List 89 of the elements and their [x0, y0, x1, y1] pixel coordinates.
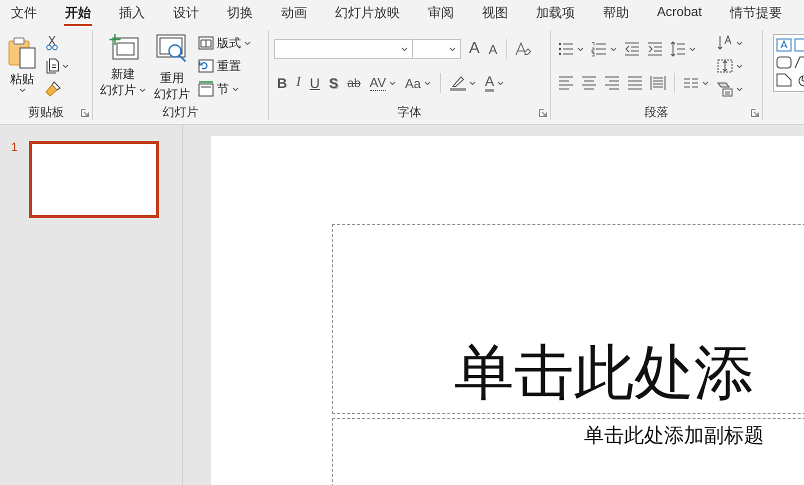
small-button[interactable] [556, 74, 576, 92]
group-label: 剪贴板 [28, 104, 64, 120]
ribbon-tab[interactable]: 情节提要 [728, 0, 783, 25]
ribbon-tab[interactable]: Acrobat [656, 0, 703, 22]
group-label: 段落 [644, 104, 668, 120]
caret-icon [18, 88, 26, 93]
small-button[interactable] [645, 40, 665, 58]
font-name-field[interactable] [274, 39, 413, 59]
line-spacing-icon [670, 41, 686, 57]
small-button[interactable] [602, 74, 622, 92]
group-label: 幻灯片 [162, 104, 198, 120]
indent-increase-icon [647, 41, 663, 57]
ribbon-tab[interactable]: 切换 [226, 0, 254, 25]
title-placeholder-text: 单击此处添 [454, 338, 754, 408]
caret-icon [736, 64, 743, 68]
align-center-icon [581, 75, 597, 91]
small-button[interactable]: 节 [196, 80, 253, 98]
small-button[interactable]: 版式 [196, 34, 253, 52]
grow-font-button[interactable]: A [466, 39, 483, 59]
ribbon-tab[interactable]: 加载项 [535, 0, 576, 25]
distributed-icon [650, 75, 666, 91]
new-slide-button[interactable]: 新建 幻灯片 [98, 32, 148, 100]
copy-icon [45, 58, 59, 74]
numbering-icon [591, 41, 607, 57]
caret-icon [449, 46, 456, 52]
small-button[interactable] [715, 34, 745, 52]
caret-icon [610, 46, 617, 52]
small-button[interactable] [579, 74, 599, 92]
subtitle-placeholder[interactable]: 单击此处添加副标题 [332, 418, 804, 485]
ribbon-tab[interactable]: 幻灯片放映 [334, 0, 401, 25]
small-button[interactable] [668, 40, 698, 58]
small-button[interactable]: 重置 [196, 57, 253, 75]
ribbon-tab[interactable]: 视图 [481, 0, 509, 25]
small-button[interactable] [715, 57, 745, 75]
ribbon-tab[interactable]: 文件 [10, 0, 38, 25]
small-button[interactable] [556, 40, 586, 58]
highlighter-icon [450, 75, 466, 91]
small-button[interactable] [622, 40, 642, 58]
strikethrough-button[interactable]: ab [344, 73, 364, 93]
ribbon-tab[interactable]: 设计 [172, 0, 200, 25]
small-button[interactable] [589, 40, 619, 58]
ribbon-tab[interactable]: 插入 [118, 0, 146, 25]
ribbon-tab[interactable]: 审阅 [427, 0, 455, 25]
italic-button[interactable]: I [293, 73, 304, 93]
title-placeholder[interactable]: 单击此处添 [332, 224, 804, 414]
shrink-font-button[interactable]: A [486, 39, 500, 59]
underline-button[interactable]: U [306, 73, 323, 93]
clear-format-icon [515, 41, 532, 57]
slide-thumbnail[interactable] [28, 141, 159, 218]
font-color-button[interactable]: A [482, 73, 508, 93]
shadow-button[interactable]: S [326, 73, 342, 93]
group-label: 字体 [398, 104, 422, 120]
caret-icon [577, 46, 584, 52]
slide-number: 1 [11, 141, 18, 153]
caret-icon [689, 46, 696, 52]
align-left-icon [558, 75, 574, 91]
caret-icon [62, 64, 69, 68]
text-direction-icon [717, 35, 733, 51]
section-icon [198, 81, 214, 97]
align-text-icon [717, 58, 733, 74]
small-button[interactable] [648, 74, 668, 92]
font-size-field[interactable] [412, 39, 461, 59]
indent-decrease-icon [624, 41, 640, 57]
ribbon-tab[interactable]: 帮助 [602, 0, 630, 25]
scissors-icon [45, 35, 59, 51]
caret-icon [736, 86, 743, 92]
small-button[interactable] [625, 74, 645, 92]
paste-button[interactable]: 粘贴 [5, 32, 39, 95]
justify-icon [627, 75, 643, 91]
layout-icon [198, 36, 214, 50]
caret-icon [702, 80, 709, 86]
small-button[interactable] [513, 40, 534, 58]
reuse-slides-button[interactable]: 重用 幻灯片 [152, 32, 192, 104]
brush-icon [45, 81, 61, 97]
spacing-button[interactable]: AV [366, 73, 400, 93]
change-case-button[interactable]: Aa [402, 73, 434, 93]
ribbon-tab[interactable]: 动画 [280, 0, 308, 25]
smartart-icon [717, 81, 733, 97]
align-right-icon [604, 75, 620, 91]
subtitle-placeholder-text: 单击此处添加副标题 [584, 425, 764, 447]
new-slide-icon [107, 34, 139, 60]
caret-icon [401, 46, 408, 52]
bullets-icon [558, 41, 574, 57]
small-button[interactable] [715, 80, 745, 98]
slide-search-icon [156, 34, 188, 64]
clipboard-icon [7, 36, 37, 70]
reset-icon [198, 59, 214, 73]
bold-button[interactable]: B [274, 73, 290, 93]
caret-icon [736, 40, 743, 46]
